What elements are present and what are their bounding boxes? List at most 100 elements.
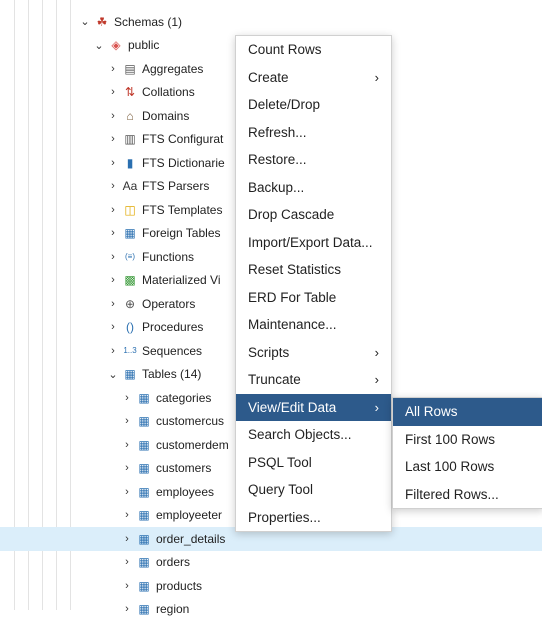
tree-item-label: Functions — [142, 250, 194, 264]
menu-item-scripts[interactable]: Scripts› — [236, 339, 391, 367]
chevron-right-icon[interactable]: › — [120, 509, 134, 521]
menu-item-backup[interactable]: Backup... — [236, 174, 391, 202]
tree-item-orders[interactable]: ›▦orders — [0, 551, 542, 575]
tree-item-label: Materialized Vi — [142, 273, 220, 287]
submenu-item-last-100-rows[interactable]: Last 100 Rows — [393, 453, 542, 481]
table-icon: ▦ — [136, 461, 152, 475]
menu-item-label: View/Edit Data — [248, 400, 336, 415]
fts-templates-icon: ◫ — [122, 203, 138, 217]
menu-item-label: Reset Statistics — [248, 262, 341, 277]
chevron-right-icon[interactable]: › — [106, 86, 120, 98]
chevron-right-icon[interactable]: › — [120, 486, 134, 498]
menu-item-label: Count Rows — [248, 42, 322, 57]
tree-item-label: Sequences — [142, 344, 202, 358]
tree-item-label: Domains — [142, 109, 189, 123]
menu-item-label: Restore... — [248, 152, 307, 167]
table-icon: ▦ — [136, 532, 152, 546]
menu-item-label: Scripts — [248, 345, 289, 360]
materialized-views-icon: ▩ — [122, 273, 138, 287]
chevron-right-icon[interactable]: › — [120, 392, 134, 404]
chevron-right-icon[interactable]: › — [120, 462, 134, 474]
tree-item-schemas-1[interactable]: ⌄☘Schemas (1) — [0, 10, 542, 34]
foreign-tables-icon: ▦ — [122, 226, 138, 240]
tree-item-label: FTS Templates — [142, 203, 222, 217]
fts-parsers-icon: Aa — [122, 179, 138, 193]
chevron-right-icon[interactable]: › — [120, 603, 134, 615]
tree-item-region[interactable]: ›▦region — [0, 598, 542, 621]
menu-item-maintenance[interactable]: Maintenance... — [236, 311, 391, 339]
chevron-right-icon[interactable]: › — [106, 321, 120, 333]
submenu-item-filtered-rows[interactable]: Filtered Rows... — [393, 481, 542, 509]
chevron-right-icon[interactable]: › — [106, 345, 120, 357]
chevron-right-icon[interactable]: › — [106, 251, 120, 263]
chevron-down-icon[interactable]: ⌄ — [78, 15, 92, 28]
menu-item-label: Query Tool — [248, 482, 313, 497]
submenu-item-label: All Rows — [405, 404, 458, 419]
menu-item-create[interactable]: Create› — [236, 64, 391, 92]
tree-item-label: FTS Dictionarie — [142, 156, 225, 170]
menu-item-import-export-data[interactable]: Import/Export Data... — [236, 229, 391, 257]
fts-configuration-icon: ▥ — [122, 132, 138, 146]
sequences-icon: 1..3 — [122, 346, 138, 355]
chevron-right-icon[interactable]: › — [120, 415, 134, 427]
menu-item-view-edit-data[interactable]: View/Edit Data › — [236, 394, 391, 422]
menu-item-label: PSQL Tool — [248, 455, 312, 470]
tree-item-products[interactable]: ›▦ products — [0, 574, 542, 598]
menu-item-label: Truncate — [248, 372, 301, 387]
table-icon: ▦ — [136, 438, 152, 452]
chevron-down-icon[interactable]: ⌄ — [106, 368, 120, 381]
chevron-right-icon[interactable]: › — [106, 274, 120, 286]
menu-item-drop-cascade[interactable]: Drop Cascade — [236, 201, 391, 229]
submenu-item-label: Last 100 Rows — [405, 459, 494, 474]
tree-item-label: region — [156, 602, 189, 616]
chevron-right-icon: › — [375, 394, 379, 422]
submenu-item-label: Filtered Rows... — [405, 487, 499, 502]
chevron-right-icon[interactable]: › — [106, 204, 120, 216]
menu-item-refresh[interactable]: Refresh... — [236, 119, 391, 147]
menu-item-delete-drop[interactable]: Delete/Drop — [236, 91, 391, 119]
tree-item-label: order_details — [156, 532, 225, 546]
chevron-right-icon[interactable]: › — [106, 133, 120, 145]
chevron-right-icon[interactable]: › — [106, 110, 120, 122]
table-icon: ▦ — [136, 508, 152, 522]
chevron-down-icon[interactable]: ⌄ — [92, 39, 106, 52]
menu-item-search-objects[interactable]: Search Objects... — [236, 421, 391, 449]
menu-item-restore[interactable]: Restore... — [236, 146, 391, 174]
chevron-right-icon[interactable]: › — [106, 227, 120, 239]
tree-item-label: orders — [156, 555, 190, 569]
schemas-icon: ☘ — [94, 15, 110, 29]
submenu-item-all-rows[interactable]: All Rows — [393, 398, 542, 426]
menu-item-label: Backup... — [248, 180, 304, 195]
menu-item-count-rows[interactable]: Count Rows — [236, 36, 391, 64]
chevron-right-icon[interactable]: › — [106, 63, 120, 75]
view-edit-data-submenu: All Rows First 100 Rows Last 100 Rows Filte… — [392, 397, 542, 509]
context-menu: Count Rows Create›Delete/DropRefresh... Re… — [235, 35, 392, 532]
table-icon: ▦ — [136, 579, 152, 593]
menu-item-erd-for-table[interactable]: ERD For Table — [236, 284, 391, 312]
aggregates-icon: ▤ — [122, 62, 138, 76]
chevron-right-icon[interactable]: › — [106, 157, 120, 169]
menu-item-reset-statistics[interactable]: Reset Statistics — [236, 256, 391, 284]
chevron-right-icon[interactable]: › — [106, 180, 120, 192]
menu-item-query-tool[interactable]: Query Tool — [236, 476, 391, 504]
schema-icon: ◈ — [108, 38, 124, 52]
tree-item-label: products — [156, 579, 202, 593]
tree-item-label: Collations — [142, 85, 195, 99]
menu-item-truncate[interactable]: Truncate› — [236, 366, 391, 394]
chevron-right-icon[interactable]: › — [120, 439, 134, 451]
tree-item-label: Operators — [142, 297, 195, 311]
chevron-right-icon[interactable]: › — [120, 533, 134, 545]
submenu-item-first-100-rows[interactable]: First 100 Rows — [393, 426, 542, 454]
menu-item-psql-tool[interactable]: PSQL Tool — [236, 449, 391, 477]
submenu-item-label: First 100 Rows — [405, 432, 495, 447]
chevron-right-icon[interactable]: › — [106, 298, 120, 310]
chevron-right-icon[interactable]: › — [120, 556, 134, 568]
functions-icon: (≡) — [122, 252, 138, 261]
tree-item-label: Aggregates — [142, 62, 203, 76]
chevron-right-icon[interactable]: › — [120, 580, 134, 592]
tree-item-label: categories — [156, 391, 211, 405]
tree-item-label: employeeter — [156, 508, 222, 522]
tree-item-label: customerdem — [156, 438, 229, 452]
procedures-icon: () — [122, 320, 138, 334]
menu-item-properties[interactable]: Properties... — [236, 504, 391, 532]
